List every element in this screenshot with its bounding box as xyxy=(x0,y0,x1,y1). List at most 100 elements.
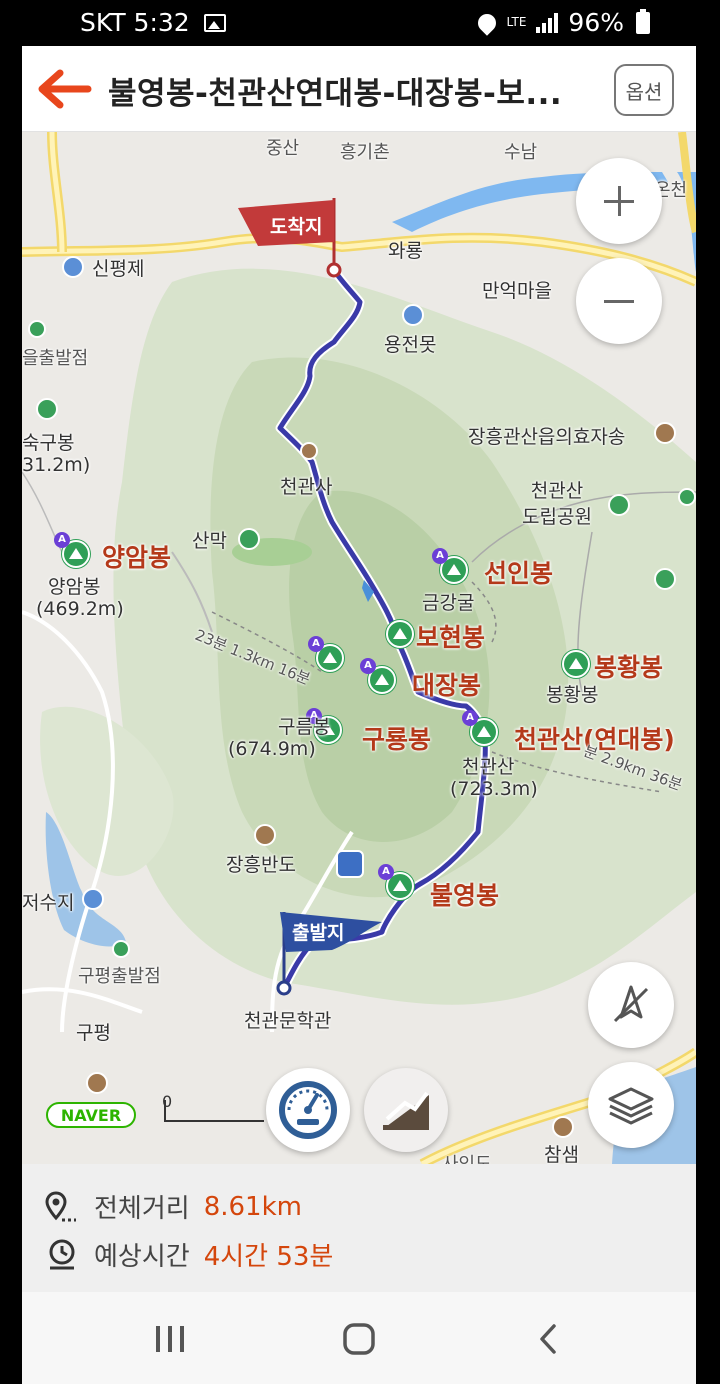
pond-icon xyxy=(402,304,424,326)
map-view[interactable]: 도착지 출발지 중산 흥기촌 수남 온천 와룡 신평제 만억마을 용전못 을출발… xyxy=(22,132,696,1164)
app-screen: 불영봉-천관산연대봉-대장봉-보... 옵션 도착지 출발지 중산 흥기촌 수남… xyxy=(22,46,696,1384)
place-label: 중산 xyxy=(266,138,300,159)
recent-apps-button[interactable] xyxy=(156,1326,184,1352)
zoom-in-button[interactable] xyxy=(576,158,662,244)
place-label: 만억마을 xyxy=(482,280,552,302)
place-label: (674.9m) xyxy=(228,738,316,760)
map-layers-button[interactable] xyxy=(588,1062,674,1148)
naver-logo: NAVER xyxy=(46,1102,136,1128)
time-row: 예상시간 4시간 53분 xyxy=(44,1236,333,1273)
peak-label: 대장봉 xyxy=(412,671,482,700)
battery-icon xyxy=(636,8,650,34)
carrier-time: SKT 5:32 xyxy=(80,8,190,37)
nav-buttons xyxy=(156,1323,556,1355)
peak-label: 구룡봉 xyxy=(362,725,432,754)
temple-icon xyxy=(86,1072,108,1094)
mountain-small-icon xyxy=(238,528,260,550)
place-label: 31.2m) xyxy=(22,454,91,476)
distance-label: 전체거리 xyxy=(94,1194,190,1224)
peak-label: 불영봉 xyxy=(430,881,500,910)
lte-icon: LTE xyxy=(506,15,527,29)
image-notification-icon xyxy=(203,13,226,32)
elevation-button[interactable] xyxy=(364,1068,448,1152)
signal-icon xyxy=(536,12,559,33)
park-icon xyxy=(608,494,630,516)
start-flag-label: 출발지 xyxy=(292,922,345,944)
gauge-icon xyxy=(279,1081,337,1139)
trailhead-icon xyxy=(28,320,46,338)
zoom-out-button[interactable] xyxy=(576,258,662,344)
time-label: 예상시간 xyxy=(94,1242,190,1272)
temple-icon xyxy=(654,422,676,444)
trailhead-icon xyxy=(112,940,130,958)
dam-icon xyxy=(82,888,104,910)
system-nav-bar xyxy=(22,1292,696,1384)
compass-button[interactable] xyxy=(266,1068,350,1152)
place-label: 봉황봉 xyxy=(546,684,599,706)
place-label: (469.2m) xyxy=(36,598,124,620)
peak-marker-icon: A xyxy=(378,864,414,900)
trailhead-icon xyxy=(678,488,696,506)
peak-marker-icon: A xyxy=(54,532,90,568)
place-label: 양암봉 xyxy=(48,576,101,598)
place-label: 구평 xyxy=(76,1022,111,1044)
place-label: 구름봉 xyxy=(278,716,331,738)
place-label: 용전못 xyxy=(384,334,437,356)
place-label: (723.3m) xyxy=(450,778,538,800)
gps-off-icon xyxy=(613,985,649,1023)
peak-marker-icon xyxy=(386,620,414,648)
layers-icon xyxy=(608,1087,654,1125)
temple-icon xyxy=(254,824,276,846)
distance-pin-icon xyxy=(45,1190,76,1221)
peak-marker-icon: A xyxy=(360,658,396,694)
peak-marker-icon: A xyxy=(308,636,344,672)
time-value: 4시간 53분 xyxy=(203,1242,334,1272)
back-nav-button[interactable] xyxy=(540,1324,556,1354)
place-label: 저수지 xyxy=(22,892,75,914)
peak-label: 봉황봉 xyxy=(594,653,664,682)
back-arrow-icon xyxy=(38,69,92,109)
place-label: 신평제 xyxy=(92,258,145,280)
elevation-icon xyxy=(383,1091,429,1130)
end-flag-label: 도착지 xyxy=(270,216,323,238)
peak-marker-icon: A xyxy=(462,710,498,746)
top-bar: 불영봉-천관산연대봉-대장봉-보... 옵션 xyxy=(22,46,696,132)
place-label: 금강굴 xyxy=(422,592,475,614)
place-label: 흥기촌 xyxy=(340,142,390,163)
place-label: 와룡 xyxy=(388,240,423,262)
peak-marker-icon xyxy=(562,650,590,678)
distance-value: 8.61km xyxy=(203,1191,302,1222)
place-label: 천관문학관 xyxy=(244,1010,332,1032)
bus-stop-icon xyxy=(336,850,364,878)
clock-icon xyxy=(49,1239,75,1269)
mountain-small-icon xyxy=(654,568,676,590)
location-icon xyxy=(474,9,501,36)
place-label: 산막 xyxy=(192,530,227,552)
place-label: 천관사 xyxy=(280,476,333,498)
place-label: 천관산 도립공원 xyxy=(522,480,592,528)
back-button[interactable] xyxy=(36,68,92,110)
place-label: 참샘 xyxy=(544,1144,579,1164)
spring-icon xyxy=(552,1116,574,1138)
peak-label: 선인봉 xyxy=(484,559,554,588)
place-label: 천관산 xyxy=(462,756,515,778)
dam-icon xyxy=(62,256,84,278)
battery-percent: 96% xyxy=(568,8,624,37)
scale-bar xyxy=(164,1100,264,1122)
place-label: 구평출발점 xyxy=(78,966,161,987)
distance-row: 전체거리 8.61km xyxy=(44,1188,302,1225)
status-bar: SKT 5:32 LTE 96% xyxy=(0,0,720,46)
place-label: 장흥반도 xyxy=(226,854,296,876)
place-label: 장흥관산읍의효자송 xyxy=(468,426,626,448)
temple-icon xyxy=(300,442,318,460)
peak-label: 양암봉 xyxy=(102,543,172,572)
peak-marker-icon: A xyxy=(432,548,468,584)
place-label: 을출발점 xyxy=(22,348,89,369)
place-label: 숙구봉 xyxy=(22,432,75,454)
mountain-small-icon xyxy=(36,398,58,420)
home-button[interactable] xyxy=(343,1323,375,1355)
options-button[interactable]: 옵션 xyxy=(614,64,674,116)
route-summary: 전체거리 8.61km 예상시간 4시간 53분 xyxy=(22,1164,696,1292)
location-off-button[interactable] xyxy=(588,962,674,1048)
route-title: 불영봉-천관산연대봉-대장봉-보... xyxy=(108,76,563,112)
